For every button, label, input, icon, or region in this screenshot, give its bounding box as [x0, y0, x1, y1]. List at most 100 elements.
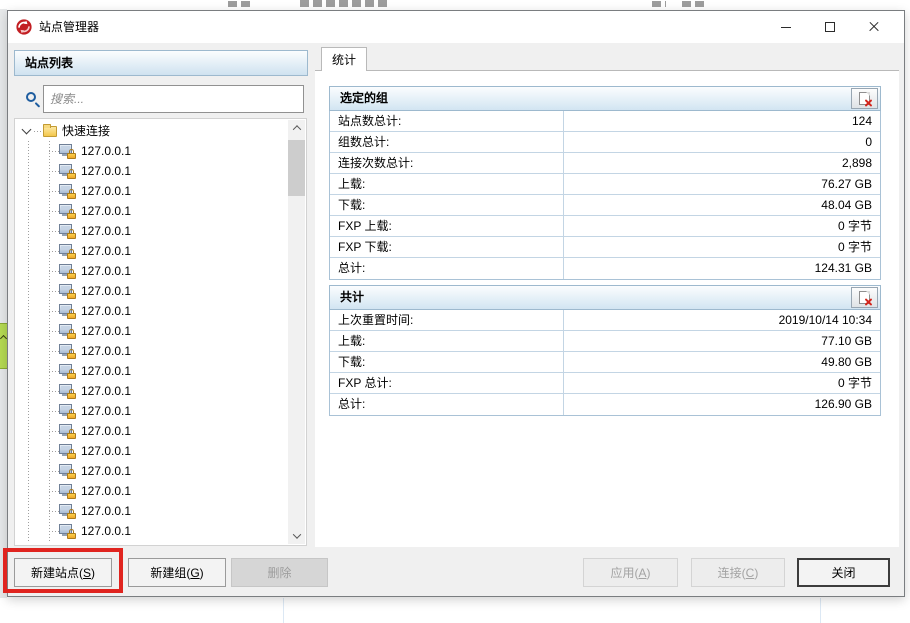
background-window-fragment: [300, 0, 388, 7]
close-dialog-button[interactable]: 关闭: [797, 558, 890, 587]
site-manager-dialog: 站点管理器 站点列表 快速连接: [7, 10, 905, 597]
site-lock-icon: [59, 283, 77, 299]
stat-value: 124.31 GB: [563, 258, 880, 279]
tree-node-site[interactable]: 127.0.0.1: [15, 141, 306, 161]
total-group-table: 上次重置时间: 2019/10/14 10:34 上载: 77.10 GB 下载…: [329, 310, 881, 416]
selected-group-header: 选定的组: [329, 86, 881, 111]
arrow-down-icon: [292, 530, 300, 538]
site-address-label: 127.0.0.1: [81, 201, 131, 221]
scrollbar-thumb[interactable]: [288, 140, 305, 196]
background-edge-tab[interactable]: [0, 323, 7, 369]
site-address-label: 127.0.0.1: [81, 421, 131, 441]
reset-total-stats-button[interactable]: [851, 287, 878, 308]
site-address-label: 127.0.0.1: [81, 161, 131, 181]
maximize-button[interactable]: [808, 12, 852, 42]
site-lock-icon: [59, 243, 77, 259]
site-list-header: 站点列表: [14, 50, 308, 76]
tree-connector: [49, 331, 59, 332]
site-lock-icon: [59, 343, 77, 359]
tree-node-quick-connect[interactable]: 快速连接: [15, 121, 306, 141]
close-button[interactable]: [852, 12, 896, 42]
tree-node-site[interactable]: 127.0.0.1: [15, 421, 306, 441]
tree-connector: [49, 291, 59, 292]
site-address-label: 127.0.0.1: [81, 221, 131, 241]
site-lock-icon: [59, 443, 77, 459]
tree-node-site[interactable]: 127.0.0.1: [15, 281, 306, 301]
site-address-label: 127.0.0.1: [81, 141, 131, 161]
scroll-down-button[interactable]: [288, 528, 305, 544]
stat-label: 总计:: [330, 258, 563, 279]
tree-node-label: 快速连接: [62, 121, 110, 141]
tree-node-site[interactable]: 127.0.0.1: [15, 201, 306, 221]
stat-row: 上载: 76.27 GB: [330, 174, 880, 195]
minimize-button[interactable]: [764, 12, 808, 42]
tree-node-site[interactable]: 127.0.0.1: [15, 481, 306, 501]
tree-node-site[interactable]: 127.0.0.1: [15, 241, 306, 261]
background-column-divider: [283, 598, 284, 623]
tree-node-site[interactable]: 127.0.0.1: [15, 321, 306, 341]
maximize-icon: [825, 22, 835, 32]
stat-row: 站点数总计: 124: [330, 111, 880, 132]
background-left-strip: [0, 9, 7, 598]
apply-button[interactable]: 应用(A): [583, 558, 678, 587]
tree-connector: [49, 191, 59, 192]
tree-node-site[interactable]: 127.0.0.1: [15, 501, 306, 521]
delete-button[interactable]: 删除: [231, 558, 328, 587]
chevron-down-icon[interactable]: [22, 125, 32, 135]
tree-scrollbar[interactable]: [288, 120, 305, 544]
site-lock-icon: [59, 203, 77, 219]
background-bottom-strip: [0, 598, 910, 623]
scroll-up-button[interactable]: [288, 120, 305, 136]
stat-value: 0 字节: [563, 237, 880, 257]
tree-node-site[interactable]: 127.0.0.1: [15, 381, 306, 401]
tree-node-site[interactable]: 127.0.0.1: [15, 401, 306, 421]
connect-button[interactable]: 连接(C): [691, 558, 785, 587]
stat-row: 上载: 77.10 GB: [330, 331, 880, 352]
stat-label: 上载:: [330, 174, 563, 194]
stat-row: FXP 下载: 0 字节: [330, 237, 880, 258]
stat-label: 站点数总计:: [330, 111, 563, 131]
total-group-title: 共计: [340, 290, 364, 304]
tree-node-site[interactable]: 127.0.0.1: [15, 161, 306, 181]
total-group-header: 共计: [329, 285, 881, 310]
reset-stats-icon: [859, 92, 870, 105]
tree-node-site[interactable]: 127.0.0.1: [15, 521, 306, 541]
stat-label: 上次重置时间:: [330, 310, 563, 330]
new-site-button[interactable]: 新建站点(S): [14, 558, 112, 587]
stat-row: 下载: 48.04 GB: [330, 195, 880, 216]
stat-label: 总计:: [330, 394, 563, 415]
tree-items: 127.0.0.1 127.0.0.1: [15, 141, 306, 541]
tree-connector: [49, 351, 59, 352]
folder-icon: [43, 126, 57, 137]
tree-node-site[interactable]: 127.0.0.1: [15, 441, 306, 461]
site-address-label: 127.0.0.1: [81, 461, 131, 481]
search-icon: [26, 92, 42, 108]
tree-node-site[interactable]: 127.0.0.1: [15, 221, 306, 241]
site-address-label: 127.0.0.1: [81, 441, 131, 461]
new-group-button[interactable]: 新建组(G): [128, 558, 226, 587]
site-address-label: 127.0.0.1: [81, 261, 131, 281]
tab-statistics[interactable]: 统计: [321, 47, 367, 71]
stat-value: 2,898: [563, 153, 880, 173]
tree-node-site[interactable]: 127.0.0.1: [15, 261, 306, 281]
close-icon: [868, 21, 880, 33]
tree-node-site[interactable]: 127.0.0.1: [15, 301, 306, 321]
tree-connector: [49, 271, 59, 272]
tree-connector: [49, 531, 59, 532]
site-address-label: 127.0.0.1: [81, 321, 131, 341]
minimize-icon: [781, 27, 791, 28]
stat-value: 77.10 GB: [563, 331, 880, 351]
site-lock-icon: [59, 143, 77, 159]
tree-node-site[interactable]: 127.0.0.1: [15, 461, 306, 481]
stat-value: 0 字节: [563, 373, 880, 393]
tree-node-site[interactable]: 127.0.0.1: [15, 361, 306, 381]
selected-group-title: 选定的组: [340, 91, 388, 105]
reset-selected-group-stats-button[interactable]: [851, 88, 878, 109]
tree-node-site[interactable]: 127.0.0.1: [15, 341, 306, 361]
tree-connector: [49, 411, 59, 412]
tree-node-site[interactable]: 127.0.0.1: [15, 181, 306, 201]
stat-value: 124: [563, 111, 880, 131]
site-lock-icon: [59, 303, 77, 319]
search-input[interactable]: [43, 85, 304, 113]
titlebar[interactable]: 站点管理器: [8, 11, 904, 43]
